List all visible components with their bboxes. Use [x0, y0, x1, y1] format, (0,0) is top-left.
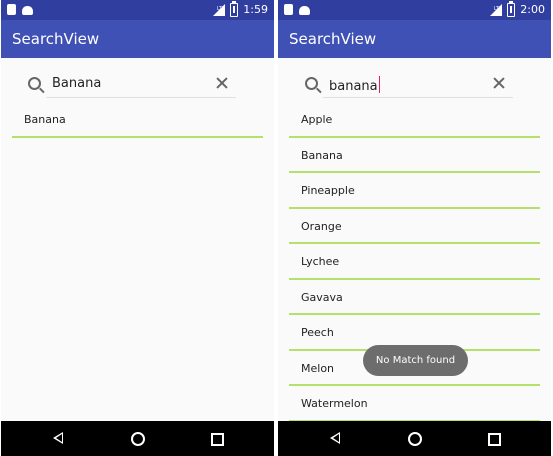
- android-icon: [22, 6, 33, 15]
- list-item-label: Apple: [301, 113, 333, 126]
- status-time: 2:00: [520, 3, 545, 16]
- search-view[interactable]: banana: [299, 70, 513, 98]
- search-icon: [28, 77, 41, 90]
- list-item-label: Gavava: [301, 290, 343, 304]
- signal-icon: LTE: [213, 4, 226, 16]
- list-item-label: Pineapple: [301, 184, 355, 197]
- right-phone-screen: LTE 2:00 SearchView banana Apple Banana …: [278, 0, 551, 456]
- list-item[interactable]: Apple: [289, 102, 540, 138]
- list-item-label: Lychee: [301, 255, 340, 268]
- app-title: SearchView: [12, 30, 100, 48]
- sd-card-icon: [7, 4, 16, 15]
- list-item[interactable]: Banana: [289, 138, 540, 173]
- battery-charging-icon: [230, 1, 239, 17]
- search-input[interactable]: Banana: [52, 76, 101, 92]
- list-item-label: Peech: [301, 326, 334, 339]
- navigation-bar: [278, 421, 551, 456]
- list-item-label: Watermelon: [301, 397, 368, 410]
- search-underline: [323, 97, 513, 98]
- search-underline: [46, 97, 236, 98]
- search-icon: [305, 77, 318, 90]
- list-item-label: Banana: [24, 113, 66, 126]
- search-view[interactable]: Banana: [22, 70, 236, 98]
- notification-icons: [7, 4, 33, 15]
- list-item[interactable]: Orange: [289, 209, 540, 244]
- status-indicators: LTE 1:59: [213, 1, 268, 17]
- notification-icons: [284, 4, 310, 15]
- list-item-label: Melon: [301, 361, 335, 375]
- search-input-text: banana: [329, 79, 378, 94]
- back-triangle-icon[interactable]: [53, 432, 63, 444]
- list-item-label: Banana: [301, 148, 343, 162]
- recents-square-icon[interactable]: [211, 433, 224, 446]
- signal-icon: LTE: [490, 4, 503, 16]
- list-item-label: Orange: [301, 219, 342, 233]
- app-toolbar: SearchView: [278, 20, 551, 58]
- back-triangle-icon[interactable]: [330, 432, 340, 444]
- status-time: 1:59: [243, 3, 268, 16]
- close-icon[interactable]: [491, 75, 507, 91]
- navigation-bar: [1, 421, 274, 456]
- list-item[interactable]: Watermelon: [289, 386, 540, 422]
- battery-charging-icon: [507, 1, 516, 17]
- app-toolbar: SearchView: [1, 20, 274, 58]
- text-cursor: [378, 76, 380, 93]
- left-phone-screen: LTE 1:59 SearchView Banana Banana: [1, 0, 274, 456]
- home-circle-icon[interactable]: [408, 432, 422, 446]
- android-icon: [299, 6, 310, 15]
- search-input[interactable]: banana: [329, 76, 380, 95]
- app-title: SearchView: [289, 30, 377, 48]
- list-item[interactable]: Gavava: [289, 280, 540, 315]
- status-bar: LTE 2:00: [278, 0, 551, 20]
- toast-message: No Match found: [363, 345, 468, 376]
- list-item[interactable]: Pineapple: [289, 173, 540, 209]
- close-icon[interactable]: [214, 75, 230, 91]
- sd-card-icon: [284, 4, 293, 15]
- home-circle-icon[interactable]: [131, 432, 145, 446]
- list-item[interactable]: Lychee: [289, 244, 540, 280]
- recents-square-icon[interactable]: [488, 433, 501, 446]
- list-item[interactable]: Banana: [12, 102, 263, 138]
- results-list: Banana: [12, 102, 263, 138]
- status-indicators: LTE 2:00: [490, 1, 545, 17]
- status-bar: LTE 1:59: [1, 0, 274, 20]
